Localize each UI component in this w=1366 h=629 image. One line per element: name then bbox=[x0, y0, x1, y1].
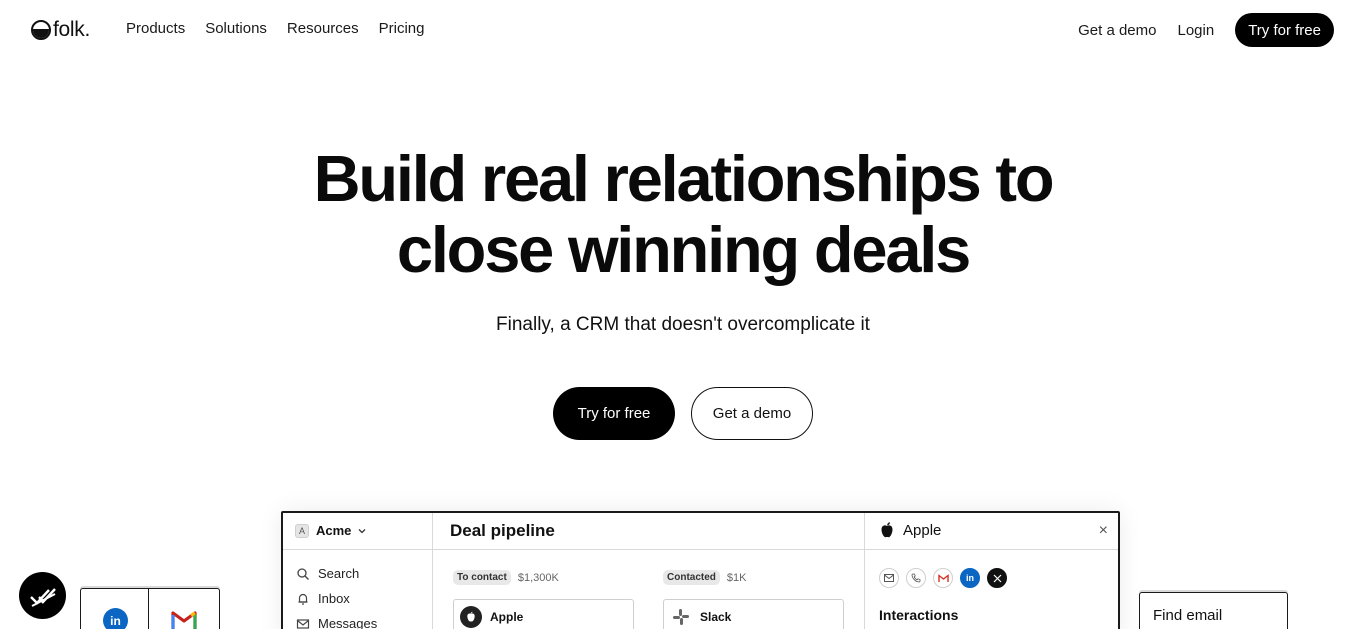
linkedin-icon: in bbox=[103, 608, 128, 629]
sidebar-item-label: Messages bbox=[318, 616, 378, 629]
interactions-heading: Interactions bbox=[879, 607, 959, 623]
deal-card-label: Apple bbox=[490, 610, 524, 624]
chevron-down-icon bbox=[358, 528, 366, 533]
nav-resources[interactable]: Resources bbox=[287, 20, 359, 37]
sidebar-header: A Acme bbox=[283, 513, 432, 550]
cookie-consent-button[interactable] bbox=[19, 572, 66, 619]
sidebar-item-inbox[interactable]: Inbox bbox=[296, 591, 350, 606]
deal-card-apple[interactable]: Apple bbox=[453, 599, 634, 629]
nav-pricing[interactable]: Pricing bbox=[379, 20, 425, 37]
find-email-card: Find email bbox=[1139, 592, 1288, 629]
nav-try-free-button[interactable]: Try for free bbox=[1235, 13, 1334, 47]
stage-amount: $1K bbox=[726, 571, 747, 584]
close-icon[interactable]: × bbox=[1099, 522, 1108, 540]
pipeline-panel: Deal pipeline To contact $1,300K Contact… bbox=[433, 513, 865, 629]
nav-products[interactable]: Products bbox=[126, 20, 185, 37]
search-icon bbox=[297, 567, 309, 580]
app-sidebar: A Acme Search Inbox Messages bbox=[283, 513, 433, 629]
hero-cta-group: Try for free Get a demo bbox=[553, 387, 813, 440]
mail-icon bbox=[296, 618, 310, 629]
apple-logo-icon bbox=[460, 606, 482, 628]
sidebar-item-label: Inbox bbox=[318, 591, 350, 606]
pipeline-title: Deal pipeline bbox=[450, 521, 555, 540]
detail-title: Apple bbox=[879, 521, 941, 539]
nav-solutions[interactable]: Solutions bbox=[205, 20, 267, 37]
nav-get-demo-link[interactable]: Get a demo bbox=[1078, 22, 1156, 39]
hero-title-line-1: Build real relationships to bbox=[313, 142, 1055, 215]
stage-pill: To contact bbox=[453, 570, 511, 585]
workspace-badge: A bbox=[295, 523, 309, 538]
stage-amount: $1,300K bbox=[517, 571, 559, 584]
detail-header: Apple × bbox=[865, 513, 1118, 550]
stage-header-to-contact: To contact $1,300K bbox=[453, 570, 559, 585]
stage-header-contacted: Contacted $1K bbox=[663, 570, 746, 585]
hero-try-free-button[interactable]: Try for free bbox=[553, 387, 675, 440]
workspace-name: Acme bbox=[316, 523, 352, 538]
detail-company-name: Apple bbox=[903, 521, 942, 539]
email-icon[interactable] bbox=[879, 568, 899, 588]
apple-logo-icon bbox=[881, 522, 893, 538]
deal-card-slack[interactable]: Slack bbox=[663, 599, 844, 629]
app-preview-window: A Acme Search Inbox Messages Deal pipeli… bbox=[281, 511, 1120, 629]
divider bbox=[148, 589, 149, 629]
consent-check-icon bbox=[29, 587, 56, 607]
sidebar-item-label: Search bbox=[318, 566, 360, 581]
deal-card-label: Slack bbox=[700, 610, 732, 624]
integrations-card: in bbox=[80, 588, 220, 629]
stage-pill: Contacted bbox=[663, 570, 720, 585]
slack-logo-icon bbox=[670, 606, 692, 628]
workspace-switcher[interactable]: A Acme bbox=[295, 523, 366, 538]
phone-icon[interactable] bbox=[906, 568, 926, 588]
hero-title-line-2: close winning deals bbox=[396, 213, 971, 286]
gmail-icon bbox=[171, 611, 197, 629]
nav-links: Products Solutions Resources Pricing bbox=[126, 20, 424, 37]
hero-get-demo-button[interactable]: Get a demo bbox=[691, 387, 813, 440]
linkedin-icon[interactable]: in bbox=[960, 568, 980, 588]
sidebar-item-search[interactable]: Search bbox=[296, 566, 359, 581]
nav-login-link[interactable]: Login bbox=[1178, 22, 1215, 39]
hero-title: Build real relationships to close winnin… bbox=[0, 143, 1366, 285]
nav-actions: Get a demo Login Try for free bbox=[1078, 13, 1334, 47]
channel-icons: in bbox=[879, 568, 1007, 588]
top-nav: folk. Products Solutions Resources Prici… bbox=[0, 0, 1366, 60]
folk-logo-icon bbox=[31, 20, 51, 40]
brand-name: folk. bbox=[53, 18, 91, 41]
gmail-icon[interactable] bbox=[933, 568, 953, 588]
pipeline-header: Deal pipeline bbox=[433, 513, 864, 550]
contact-detail-panel: Apple × in Interactions bbox=[865, 513, 1118, 629]
x-twitter-icon[interactable] bbox=[987, 568, 1007, 588]
find-email-label: Find email bbox=[1153, 607, 1223, 624]
hero-subtitle: Finally, a CRM that doesn't overcomplica… bbox=[496, 314, 870, 335]
bell-icon bbox=[298, 593, 308, 605]
folk-logo[interactable]: folk. bbox=[31, 18, 90, 42]
sidebar-item-messages[interactable]: Messages bbox=[296, 616, 377, 629]
